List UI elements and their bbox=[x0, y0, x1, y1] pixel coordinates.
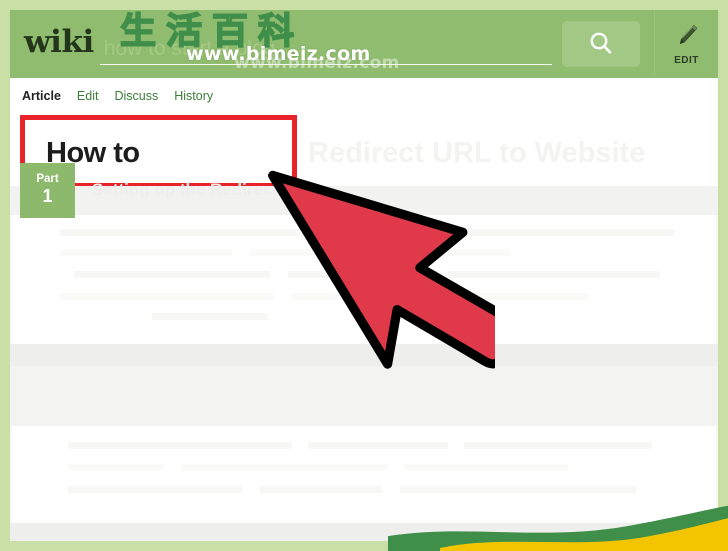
tab-edit[interactable]: Edit bbox=[77, 89, 99, 103]
edit-label: EDIT bbox=[674, 54, 699, 66]
article-lower-block bbox=[12, 426, 716, 523]
watermark-url: www.bimeiz.com bbox=[186, 43, 371, 65]
section-strip-middle bbox=[10, 344, 718, 366]
tab-history[interactable]: History bbox=[174, 89, 213, 103]
part-section-row bbox=[10, 366, 718, 426]
page-root: wiki EDIT bbox=[0, 0, 728, 551]
tab-discuss[interactable]: Discuss bbox=[114, 89, 158, 103]
pencil-icon bbox=[679, 24, 697, 44]
edit-button[interactable]: EDIT bbox=[654, 10, 718, 78]
part-heading-ghost: Setting up the Redirect bbox=[92, 180, 279, 199]
article-body-block bbox=[12, 215, 716, 344]
tab-article[interactable]: Article bbox=[22, 89, 61, 103]
article-title-card: Redirect URL to Website How to bbox=[10, 114, 718, 188]
part-badge: Part 1 bbox=[20, 163, 75, 218]
article-sheet: Article Edit Discuss History Redirect UR… bbox=[10, 78, 718, 541]
article-title-ghost: Redirect URL to Website bbox=[308, 137, 646, 169]
part-badge-word: Part bbox=[36, 173, 59, 186]
wiki-logo[interactable]: wiki bbox=[24, 27, 94, 61]
section-strip-bottom bbox=[10, 523, 718, 541]
search-button[interactable] bbox=[562, 21, 640, 67]
search-icon bbox=[590, 32, 612, 54]
part-badge-number: 1 bbox=[42, 186, 53, 207]
article-nav-tabs: Article Edit Discuss History bbox=[10, 78, 718, 114]
